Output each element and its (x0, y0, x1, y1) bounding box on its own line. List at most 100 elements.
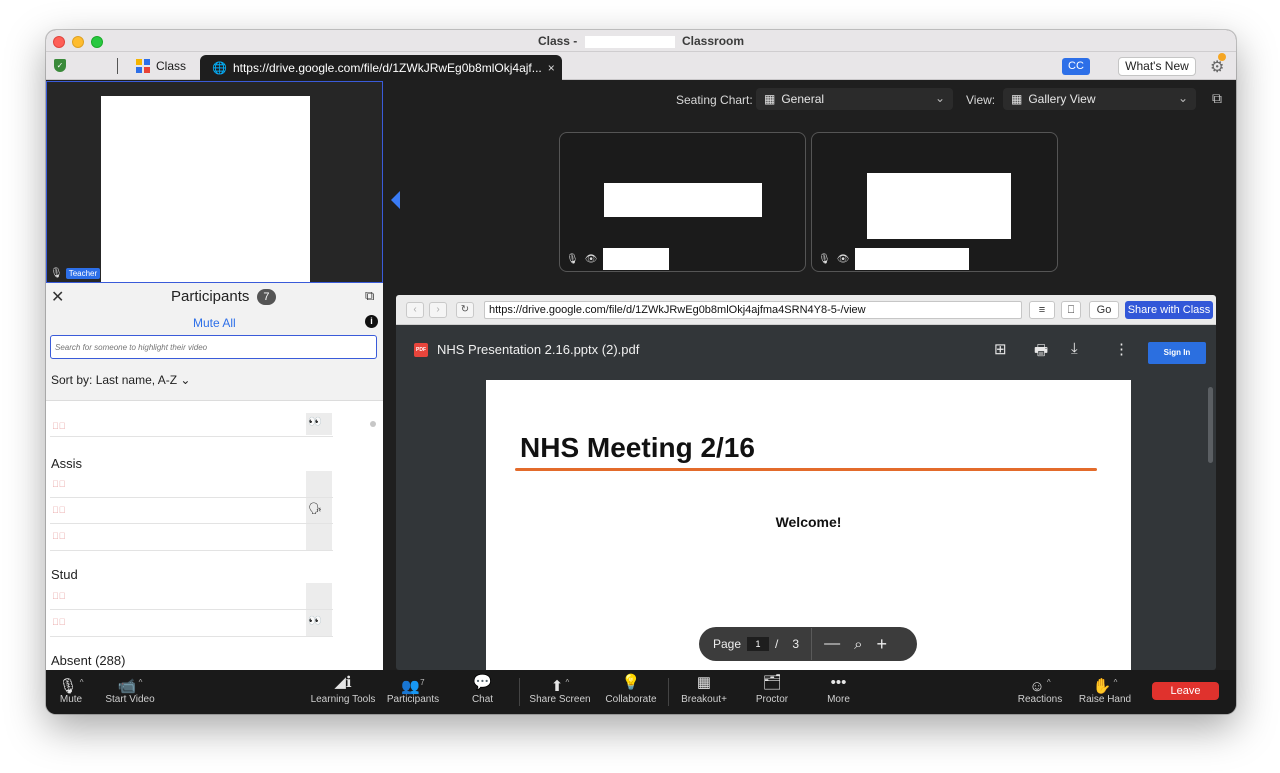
back-icon[interactable]: ‹ (406, 302, 424, 318)
share-screen-button[interactable]: ⬆ ^ Share Screen (526, 672, 594, 705)
leave-button[interactable]: Leave (1152, 682, 1219, 700)
shared-browser: ‹ › ↻ https://drive.google.com/file/d/1Z… (396, 295, 1216, 670)
participants-label: Participants (386, 694, 440, 705)
chat-label: Chat (471, 694, 494, 705)
forward-icon[interactable]: › (429, 302, 447, 318)
popout-icon[interactable]: ⧉ (365, 288, 374, 304)
teacher-video[interactable]: 🎙 Teacher (46, 81, 383, 283)
participants-title-label: Participants (171, 288, 250, 305)
reader-mode-icon[interactable]: ≡ (1029, 301, 1055, 319)
reload-icon[interactable]: ↻ (456, 302, 474, 318)
zoom-fit-icon[interactable]: ⌕ (854, 636, 862, 653)
popout-icon[interactable]: ⧉ (1212, 90, 1222, 107)
participant-search-input[interactable] (50, 335, 377, 359)
collapse-arrow-icon[interactable] (391, 191, 400, 209)
student-video-tile[interactable]: 🎙 👁 (811, 132, 1058, 272)
settings-gear-icon[interactable]: ⚙ (1210, 53, 1226, 77)
cc-button[interactable]: CC (1062, 58, 1090, 75)
proctor-icon: 🗂 (762, 674, 782, 691)
participants-title: Participants 7 (171, 288, 276, 305)
info-icon[interactable]: i (365, 315, 378, 328)
close-icon[interactable]: ✕ (51, 287, 64, 307)
tab-bar: ✓ Class 🌐 https://drive.google.com/file/… (46, 52, 1236, 80)
sort-by-value: Last name, A-Z (95, 373, 178, 387)
learning-tools-button[interactable]: ◢ℹ Learning Tools (308, 672, 378, 705)
mute-all-button[interactable]: Mute All (193, 316, 236, 330)
tab-class[interactable]: Class (136, 57, 186, 75)
title-bar: Class - Classroom (46, 30, 1236, 52)
tab-close-icon[interactable]: × (548, 61, 555, 75)
more-horizontal-icon: ••• (830, 674, 847, 691)
mute-label: Mute (59, 694, 83, 705)
slide-subtitle: Welcome! (775, 514, 842, 530)
slide-title-underline (515, 468, 1097, 471)
grid-icon: ▦ (1011, 92, 1023, 106)
tab-url-label: https://drive.google.com/file/d/1ZWkJRwE… (232, 60, 542, 75)
share-screen-icon: ⬆ ^ (550, 678, 570, 695)
shield-icon[interactable]: ✓ (54, 59, 66, 72)
tab-drive-url[interactable]: 🌐 https://drive.google.com/file/d/1ZWkJR… (200, 55, 562, 80)
add-comment-icon[interactable]: ⊞ (994, 340, 1007, 358)
student-video-feed (604, 183, 762, 217)
more-label: More (827, 694, 850, 705)
mute-button[interactable]: 🎙 ^ Mute (48, 672, 94, 705)
more-vertical-icon[interactable]: ⋮ (1114, 340, 1129, 358)
microphone-icon: 🎙 (566, 253, 579, 265)
breakout-button[interactable]: ▦ Breakout+ (676, 672, 732, 705)
download-icon[interactable]: ⤓ (1071, 340, 1078, 357)
chat-button[interactable]: 💬 Chat (460, 672, 505, 705)
student-tile-footer: 🎙 👁 (566, 248, 670, 270)
meeting-toolbar: 🎙 ^ Mute 📹 ^ Start Video ◢ℹ Learning Too… (46, 670, 1236, 714)
participants-button[interactable]: 👥7 Participants (382, 672, 444, 705)
row-divider (50, 550, 333, 551)
chevron-down-icon: ⌄ (180, 373, 191, 387)
browser-url-field[interactable]: https://drive.google.com/file/d/1ZWkJRwE… (484, 301, 1022, 319)
share-screen-label: Share Screen (529, 694, 591, 705)
grid-icon: ▦ (764, 92, 776, 106)
window-title-suffix: Classroom (682, 34, 745, 48)
row-divider (50, 436, 333, 437)
list-scrollbar[interactable] (369, 411, 377, 661)
chevron-down-icon: ⌄ (934, 91, 945, 105)
start-video-button[interactable]: 📹 ^ Start Video (94, 672, 166, 705)
notification-dot (1218, 53, 1226, 61)
window-title-prefix: Class - (537, 34, 578, 48)
page-total: 3 (792, 637, 800, 651)
view-label: View: (966, 93, 996, 107)
page-number-input[interactable]: 1 (747, 637, 770, 651)
start-video-label: Start Video (105, 694, 155, 705)
print-icon[interactable]: 🖶 (1034, 340, 1048, 365)
window-title: Class - Classroom (46, 34, 1236, 48)
raise-hand-button[interactable]: ✋ ^ Raise Hand (1076, 672, 1134, 705)
go-button[interactable]: Go (1089, 301, 1119, 319)
bookmark-icon[interactable]: ⎕ (1061, 301, 1081, 319)
toolbar-divider (668, 678, 669, 706)
toolbar-divider (519, 678, 520, 706)
share-with-class-button[interactable]: Share with Class (1125, 301, 1213, 319)
row-divider (50, 609, 333, 610)
whats-new-button[interactable]: What's New (1118, 57, 1196, 76)
muted-mic-icon: 🎙⃠ (52, 617, 66, 627)
proctor-label: Proctor (755, 694, 789, 705)
zoom-in-icon[interactable]: + (876, 634, 887, 655)
zoom-out-icon[interactable]: — (824, 635, 840, 653)
app-window: Class - Classroom ✓ Class 🌐 https://driv… (46, 30, 1236, 714)
page-controls: Page 1 / 3 — ⌕ + (699, 627, 917, 661)
participants-icon: 👥7 (401, 678, 425, 695)
more-button[interactable]: ••• More (816, 672, 861, 705)
participants-list: 🎙⃠ 👀 Assis 🎙⃠ 🎙⃠ 🗣 🎙⃠ Stud 🎙⃠ 🎙⃠ 👀 Absen… (46, 400, 383, 670)
slide-title: NHS Meeting 2/16 (520, 432, 755, 463)
collaborate-button[interactable]: 💡 Collaborate (601, 672, 661, 705)
sort-by-select[interactable]: Sort by: Last name, A-Z ⌄ (51, 373, 190, 387)
breakout-grid-icon: ▦ (696, 674, 712, 691)
view-select[interactable]: ▦ Gallery View ⌄ (1003, 88, 1196, 110)
participants-count-badge: 7 (257, 288, 276, 305)
sign-in-button[interactable]: Sign In (1148, 342, 1206, 364)
raise-hand-label: Raise Hand (1078, 694, 1132, 705)
eyes-icon: 👀 (308, 416, 322, 428)
proctor-button[interactable]: 🗂 Proctor (744, 672, 800, 705)
seating-chart-select[interactable]: ▦ General ⌄ (756, 88, 953, 110)
pdf-scrollbar[interactable] (1208, 387, 1213, 463)
student-video-tile[interactable]: 🎙 👁 (559, 132, 806, 272)
reactions-button[interactable]: ☺ ^ Reactions (1012, 672, 1068, 705)
